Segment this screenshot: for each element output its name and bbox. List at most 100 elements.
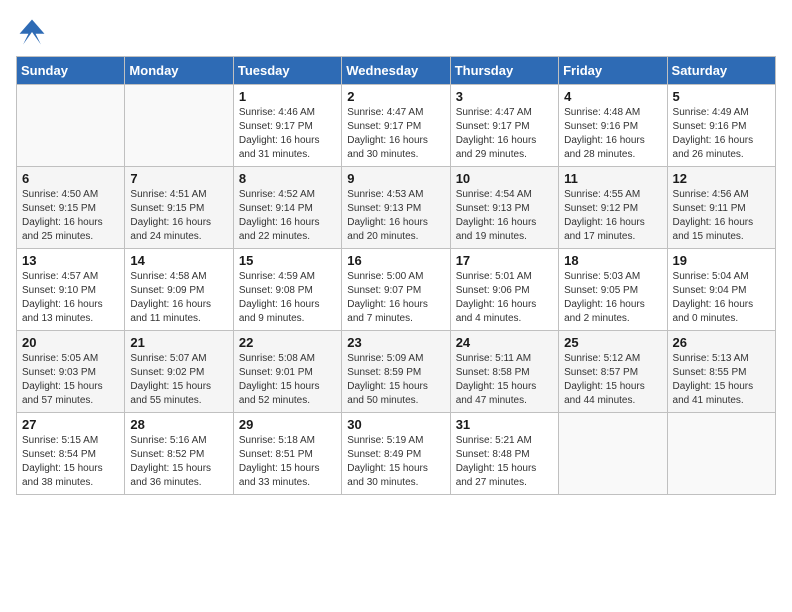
- week-row-5: 27Sunrise: 5:15 AMSunset: 8:54 PMDayligh…: [17, 413, 776, 495]
- day-number: 19: [673, 253, 770, 268]
- calendar-cell: 13 Sunrise: 4:57 AMSunset: 9:10 PMDayligh…: [17, 249, 125, 331]
- calendar-cell: 20 Sunrise: 5:05 AMSunset: 9:03 PMDayligh…: [17, 331, 125, 413]
- calendar-cell: 2Sunrise: 4:47 AMSunset: 9:17 PMDaylight…: [342, 85, 450, 167]
- cell-info: Sunrise: 4:58 AMSunset: 9:09 PMDaylight:…: [130, 271, 211, 324]
- day-number: 9: [347, 171, 444, 186]
- cell-info: Sunrise: 5:11 AMSunset: 8:58 PMDaylight:…: [456, 353, 537, 406]
- header-sunday: Sunday: [17, 57, 125, 85]
- cell-info: Sunrise: 5:07 AMSunset: 9:02 PMDaylight:…: [130, 353, 211, 406]
- cell-info: Sunrise: 4:49 AMSunset: 9:16 PMDaylight:…: [673, 107, 754, 160]
- calendar-cell: 21 Sunrise: 5:07 AMSunset: 9:02 PMDayligh…: [125, 331, 233, 413]
- cell-info: Sunrise: 4:55 AMSunset: 9:12 PMDaylight:…: [564, 189, 645, 242]
- calendar-cell: 25 Sunrise: 5:12 AMSunset: 8:57 PMDayligh…: [559, 331, 667, 413]
- day-number: 29: [239, 417, 336, 432]
- day-number: 25: [564, 335, 661, 350]
- day-number: 17: [456, 253, 553, 268]
- cell-info: Sunrise: 4:53 AMSunset: 9:13 PMDaylight:…: [347, 189, 428, 242]
- day-number: 15: [239, 253, 336, 268]
- cell-info: Sunrise: 5:09 AMSunset: 8:59 PMDaylight:…: [347, 353, 428, 406]
- calendar-cell: 17 Sunrise: 5:01 AMSunset: 9:06 PMDayligh…: [450, 249, 558, 331]
- week-row-1: 1 Sunrise: 4:46 AMSunset: 9:17 PMDaylight…: [17, 85, 776, 167]
- cell-info: Sunrise: 5:16 AMSunset: 8:52 PMDaylight:…: [130, 435, 211, 488]
- day-number: 18: [564, 253, 661, 268]
- calendar-cell: 16 Sunrise: 5:00 AMSunset: 9:07 PMDayligh…: [342, 249, 450, 331]
- calendar-cell: 27Sunrise: 5:15 AMSunset: 8:54 PMDayligh…: [17, 413, 125, 495]
- cell-info: Sunrise: 4:51 AMSunset: 9:15 PMDaylight:…: [130, 189, 211, 242]
- calendar-cell: [17, 85, 125, 167]
- day-number: 11: [564, 171, 661, 186]
- cell-info: Sunrise: 5:05 AMSunset: 9:03 PMDaylight:…: [22, 353, 103, 406]
- day-number: 4: [564, 89, 661, 104]
- day-number: 12: [673, 171, 770, 186]
- calendar-cell: [667, 413, 775, 495]
- cell-info: Sunrise: 5:13 AMSunset: 8:55 PMDaylight:…: [673, 353, 754, 406]
- logo-icon: [16, 16, 48, 48]
- calendar-cell: 5Sunrise: 4:49 AMSunset: 9:16 PMDaylight…: [667, 85, 775, 167]
- calendar-cell: 1 Sunrise: 4:46 AMSunset: 9:17 PMDaylight…: [233, 85, 341, 167]
- cell-info: Sunrise: 4:48 AMSunset: 9:16 PMDaylight:…: [564, 107, 645, 160]
- calendar-cell: [125, 85, 233, 167]
- cell-info: Sunrise: 4:47 AMSunset: 9:17 PMDaylight:…: [347, 107, 428, 160]
- calendar-cell: 31Sunrise: 5:21 AMSunset: 8:48 PMDayligh…: [450, 413, 558, 495]
- cell-info: Sunrise: 4:52 AMSunset: 9:14 PMDaylight:…: [239, 189, 320, 242]
- week-row-3: 13 Sunrise: 4:57 AMSunset: 9:10 PMDayligh…: [17, 249, 776, 331]
- cell-info: Sunrise: 4:56 AMSunset: 9:11 PMDaylight:…: [673, 189, 754, 242]
- calendar-cell: 29 Sunrise: 5:18 AMSunset: 8:51 PMDayligh…: [233, 413, 341, 495]
- day-number: 20: [22, 335, 119, 350]
- calendar-cell: 18Sunrise: 5:03 AMSunset: 9:05 PMDayligh…: [559, 249, 667, 331]
- day-number: 14: [130, 253, 227, 268]
- cell-info: Sunrise: 4:57 AMSunset: 9:10 PMDaylight:…: [22, 271, 103, 324]
- calendar-cell: 19 Sunrise: 5:04 AMSunset: 9:04 PMDayligh…: [667, 249, 775, 331]
- calendar-cell: 12 Sunrise: 4:56 AMSunset: 9:11 PMDayligh…: [667, 167, 775, 249]
- day-number: 23: [347, 335, 444, 350]
- cell-info: Sunrise: 5:01 AMSunset: 9:06 PMDaylight:…: [456, 271, 537, 324]
- cell-info: Sunrise: 5:08 AMSunset: 9:01 PMDaylight:…: [239, 353, 320, 406]
- calendar-cell: [559, 413, 667, 495]
- cell-info: Sunrise: 4:54 AMSunset: 9:13 PMDaylight:…: [456, 189, 537, 242]
- day-number: 8: [239, 171, 336, 186]
- day-number: 28: [130, 417, 227, 432]
- header-friday: Friday: [559, 57, 667, 85]
- cell-info: Sunrise: 4:46 AMSunset: 9:17 PMDaylight:…: [239, 107, 320, 160]
- week-row-4: 20 Sunrise: 5:05 AMSunset: 9:03 PMDayligh…: [17, 331, 776, 413]
- cell-info: Sunrise: 4:50 AMSunset: 9:15 PMDaylight:…: [22, 189, 103, 242]
- week-row-2: 6 Sunrise: 4:50 AMSunset: 9:15 PMDaylight…: [17, 167, 776, 249]
- header-wednesday: Wednesday: [342, 57, 450, 85]
- cell-info: Sunrise: 5:00 AMSunset: 9:07 PMDaylight:…: [347, 271, 428, 324]
- cell-info: Sunrise: 5:04 AMSunset: 9:04 PMDaylight:…: [673, 271, 754, 324]
- day-number: 16: [347, 253, 444, 268]
- logo: [16, 16, 52, 48]
- calendar-cell: 15 Sunrise: 4:59 AMSunset: 9:08 PMDayligh…: [233, 249, 341, 331]
- calendar-cell: 23 Sunrise: 5:09 AMSunset: 8:59 PMDayligh…: [342, 331, 450, 413]
- calendar-cell: 14 Sunrise: 4:58 AMSunset: 9:09 PMDayligh…: [125, 249, 233, 331]
- header-thursday: Thursday: [450, 57, 558, 85]
- calendar-cell: 30Sunrise: 5:19 AMSunset: 8:49 PMDayligh…: [342, 413, 450, 495]
- day-number: 3: [456, 89, 553, 104]
- cell-info: Sunrise: 5:19 AMSunset: 8:49 PMDaylight:…: [347, 435, 428, 488]
- cell-info: Sunrise: 4:47 AMSunset: 9:17 PMDaylight:…: [456, 107, 537, 160]
- calendar-cell: 8 Sunrise: 4:52 AMSunset: 9:14 PMDaylight…: [233, 167, 341, 249]
- day-number: 6: [22, 171, 119, 186]
- day-number: 21: [130, 335, 227, 350]
- cell-info: Sunrise: 5:18 AMSunset: 8:51 PMDaylight:…: [239, 435, 320, 488]
- cell-info: Sunrise: 5:15 AMSunset: 8:54 PMDaylight:…: [22, 435, 103, 488]
- calendar-cell: 28 Sunrise: 5:16 AMSunset: 8:52 PMDayligh…: [125, 413, 233, 495]
- day-number: 26: [673, 335, 770, 350]
- header-saturday: Saturday: [667, 57, 775, 85]
- header-row: SundayMondayTuesdayWednesdayThursdayFrid…: [17, 57, 776, 85]
- page-header: [16, 16, 776, 48]
- day-number: 7: [130, 171, 227, 186]
- day-number: 31: [456, 417, 553, 432]
- day-number: 1: [239, 89, 336, 104]
- calendar-cell: 7 Sunrise: 4:51 AMSunset: 9:15 PMDaylight…: [125, 167, 233, 249]
- calendar-cell: 3 Sunrise: 4:47 AMSunset: 9:17 PMDaylight…: [450, 85, 558, 167]
- day-number: 13: [22, 253, 119, 268]
- cell-info: Sunrise: 5:12 AMSunset: 8:57 PMDaylight:…: [564, 353, 645, 406]
- calendar-cell: 4 Sunrise: 4:48 AMSunset: 9:16 PMDaylight…: [559, 85, 667, 167]
- calendar-cell: 26 Sunrise: 5:13 AMSunset: 8:55 PMDayligh…: [667, 331, 775, 413]
- cell-info: Sunrise: 4:59 AMSunset: 9:08 PMDaylight:…: [239, 271, 320, 324]
- calendar-cell: 6 Sunrise: 4:50 AMSunset: 9:15 PMDaylight…: [17, 167, 125, 249]
- calendar-cell: 9 Sunrise: 4:53 AMSunset: 9:13 PMDaylight…: [342, 167, 450, 249]
- calendar-table: SundayMondayTuesdayWednesdayThursdayFrid…: [16, 56, 776, 495]
- calendar-cell: 11 Sunrise: 4:55 AMSunset: 9:12 PMDayligh…: [559, 167, 667, 249]
